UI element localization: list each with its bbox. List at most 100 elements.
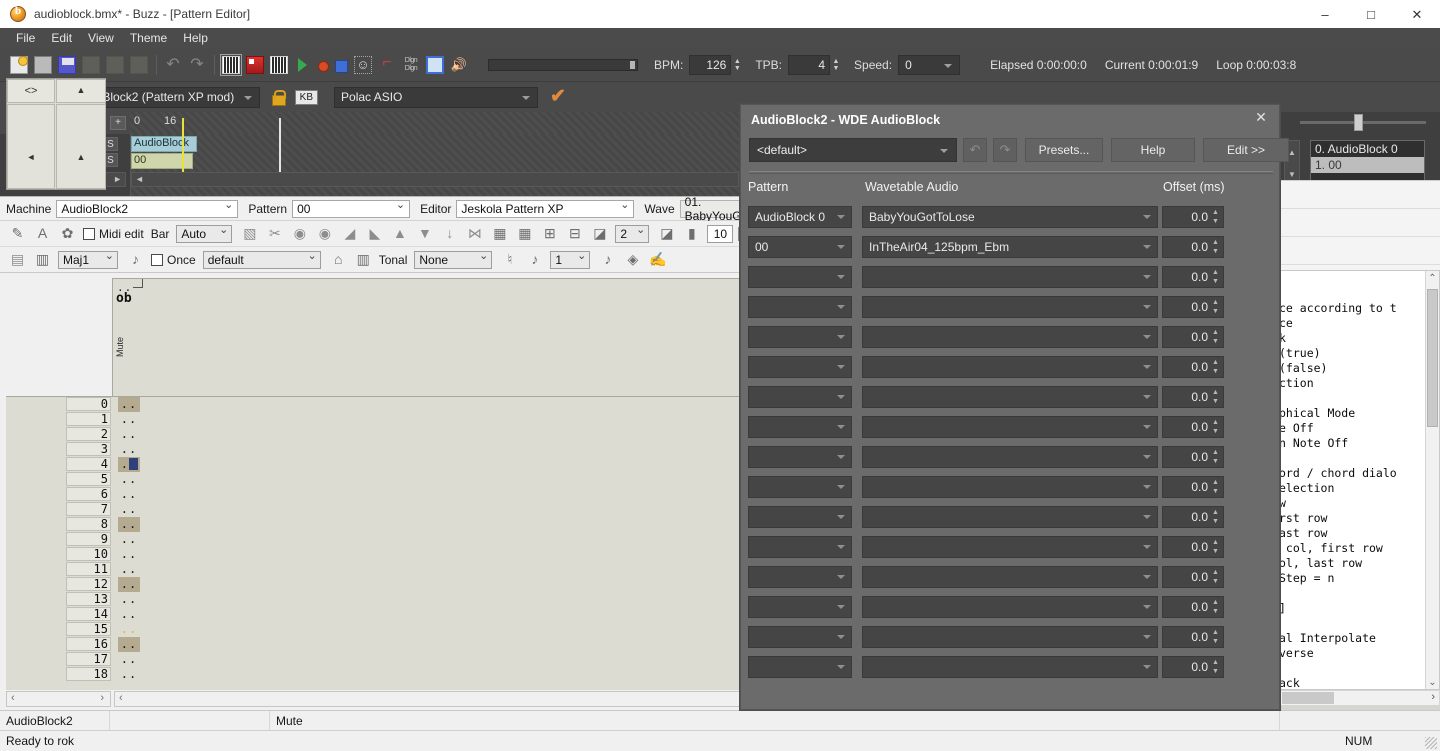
sort-icon[interactable]: ↓: [440, 224, 459, 243]
scroll-right-icon[interactable]: ›: [1431, 691, 1435, 703]
wire-view-icon[interactable]: [378, 56, 396, 74]
insert-row-icon[interactable]: ⊞: [540, 224, 559, 243]
pattern-row-value[interactable]: ..: [118, 622, 140, 637]
pattern-row[interactable]: 13..: [6, 592, 740, 607]
pattern-up-button[interactable]: ▲: [56, 79, 106, 103]
fade-in-icon[interactable]: ◢: [340, 224, 359, 243]
offset-field-row[interactable]: 0.0 ▲ ▼: [1162, 356, 1224, 378]
pattern-dropdown[interactable]: 00: [292, 198, 411, 218]
wavetable-dropdown-row[interactable]: [862, 506, 1158, 528]
offset-field-row[interactable]: 0.0 ▲ ▼: [1162, 416, 1224, 438]
bar-dropdown[interactable]: Auto: [176, 223, 233, 243]
minimize-button[interactable]: –: [1302, 0, 1348, 28]
wavetable-dropdown-row[interactable]: [862, 326, 1158, 348]
grid-red-icon[interactable]: ▦: [515, 224, 534, 243]
delete-row-icon[interactable]: ⊟: [565, 224, 584, 243]
pattern-row[interactable]: 3..: [6, 442, 740, 457]
help-button[interactable]: Help: [1111, 138, 1195, 162]
offset-spinner[interactable]: ▲ ▼: [1211, 479, 1220, 496]
scrollbar-thumb[interactable]: [1282, 692, 1334, 704]
wavetable-dropdown-row[interactable]: [862, 626, 1158, 648]
menu-view[interactable]: View: [80, 29, 122, 47]
close-button[interactable]: ✕: [1394, 0, 1440, 28]
bpm-value[interactable]: 126: [689, 54, 732, 75]
offset-spinner[interactable]: ▲ ▼: [1211, 299, 1220, 316]
midi-edit-checkbox[interactable]: [83, 227, 95, 240]
pattern-scrollbar-right[interactable]: ‹: [114, 691, 740, 707]
pattern-grid-icon[interactable]: [220, 53, 242, 76]
wavetable-dropdown-row[interactable]: [862, 386, 1158, 408]
wavetable-dropdown-row[interactable]: [862, 656, 1158, 678]
wavetable-dropdown-row[interactable]: BabyYouGotToLose: [862, 206, 1158, 228]
scrollbar-thumb[interactable]: [1427, 289, 1438, 427]
zoom-dropdown[interactable]: 2: [615, 223, 650, 243]
pattern-dropdown-row[interactable]: 00: [748, 236, 852, 258]
wavetable-dropdown-row[interactable]: [862, 476, 1158, 498]
offset-field-row[interactable]: 0.0 ▲ ▼: [1162, 386, 1224, 408]
pencil-icon[interactable]: ✎: [8, 224, 27, 243]
offset-spinner[interactable]: ▲ ▼: [1211, 569, 1220, 586]
edit-button[interactable]: Edit >>: [1203, 138, 1289, 162]
dlgn-icon[interactable]: Dlgn Dlgn: [402, 56, 420, 74]
fade-out-icon[interactable]: ◣: [365, 224, 384, 243]
wavetable-dropdown-row[interactable]: [862, 356, 1158, 378]
pattern-paren-button[interactable]: <>: [7, 79, 55, 103]
pattern-row-value[interactable]: ..: [118, 652, 140, 667]
pattern-row[interactable]: 2..: [6, 427, 740, 442]
pattern-up2-button[interactable]: ▲: [56, 104, 106, 189]
pattern-row-value[interactable]: ..: [118, 577, 140, 592]
triangle-up-icon[interactable]: ▲: [390, 224, 409, 243]
offset-field-row[interactable]: 0.0 ▲ ▼: [1162, 506, 1224, 528]
pattern-row-value[interactable]: ..: [118, 427, 140, 442]
unlocked-padlock-icon[interactable]: [270, 89, 286, 106]
pattern-row[interactable]: 12..: [6, 577, 740, 592]
pattern-row-value[interactable]: ..: [118, 667, 140, 682]
pattern-row-value[interactable]: ..: [118, 592, 140, 607]
octave-dropdown[interactable]: 1: [550, 249, 591, 269]
offset-field-row[interactable]: 0.0 ▲ ▼: [1162, 656, 1224, 678]
steps-field[interactable]: 10: [707, 224, 734, 243]
paste-icon[interactable]: [130, 55, 148, 74]
redo-icon[interactable]: ↷: [993, 138, 1017, 162]
offset-spinner[interactable]: ▲ ▼: [1211, 599, 1220, 616]
offset-spinner[interactable]: ▲ ▼: [1211, 209, 1220, 226]
pattern-row-value[interactable]: ..: [118, 517, 140, 532]
offset-field-row[interactable]: 0.0 ▲ ▼: [1162, 326, 1224, 348]
keyboard-icon[interactable]: ▥: [33, 250, 52, 269]
resize-grip[interactable]: [1425, 737, 1437, 749]
wavetable-dropdown-row[interactable]: [862, 536, 1158, 558]
keyboard2-icon[interactable]: ▥: [354, 250, 373, 269]
chart-icon[interactable]: ▮: [682, 224, 701, 243]
open-file-icon[interactable]: [34, 55, 52, 74]
offset-spinner[interactable]: ▲ ▼: [1211, 509, 1220, 526]
undo-icon[interactable]: ↶: [963, 138, 987, 162]
scroll-up-icon[interactable]: ⌃: [1426, 271, 1439, 287]
offset-spinner[interactable]: ▲ ▼: [1211, 389, 1220, 406]
master-volume-slider[interactable]: [488, 58, 638, 71]
pattern-row[interactable]: 7..: [6, 502, 740, 517]
kb-button[interactable]: KB: [294, 89, 319, 105]
zoom-icon[interactable]: ◪: [590, 224, 609, 243]
wavetable-dropdown-row[interactable]: [862, 416, 1158, 438]
speed-dropdown[interactable]: 0: [898, 54, 961, 75]
pattern-row[interactable]: 14..: [6, 607, 740, 622]
pattern-row[interactable]: 11..: [6, 562, 740, 577]
settings-gear-icon[interactable]: ✿: [58, 224, 77, 243]
list-item[interactable]: 1. 00: [1311, 157, 1424, 173]
pattern-dropdown-row[interactable]: [748, 476, 852, 498]
pattern-dropdown-row[interactable]: [748, 266, 852, 288]
offset-field-row[interactable]: 0.0 ▲ ▼: [1162, 626, 1224, 648]
tpb-value[interactable]: 4: [788, 54, 831, 75]
offset-spinner[interactable]: ▲ ▼: [1211, 449, 1220, 466]
pattern-row-value[interactable]: ..: [118, 412, 140, 427]
note-up-icon[interactable]: ♪: [525, 250, 544, 269]
offset-spinner[interactable]: ▲ ▼: [1211, 539, 1220, 556]
tonal-dropdown[interactable]: None: [414, 249, 493, 269]
help-vertical-scrollbar[interactable]: ⌃ ⌄: [1425, 271, 1439, 689]
offset-field-row[interactable]: 0.0 ▲ ▼: [1162, 566, 1224, 588]
offset-spinner[interactable]: ▲ ▼: [1211, 269, 1220, 286]
mirror-icon[interactable]: ⋈: [465, 224, 484, 243]
pattern-scrollbar-left[interactable]: ‹ ›: [6, 691, 111, 707]
wavetable-dropdown-row[interactable]: [862, 566, 1158, 588]
offset-spinner[interactable]: ▲ ▼: [1211, 629, 1220, 646]
